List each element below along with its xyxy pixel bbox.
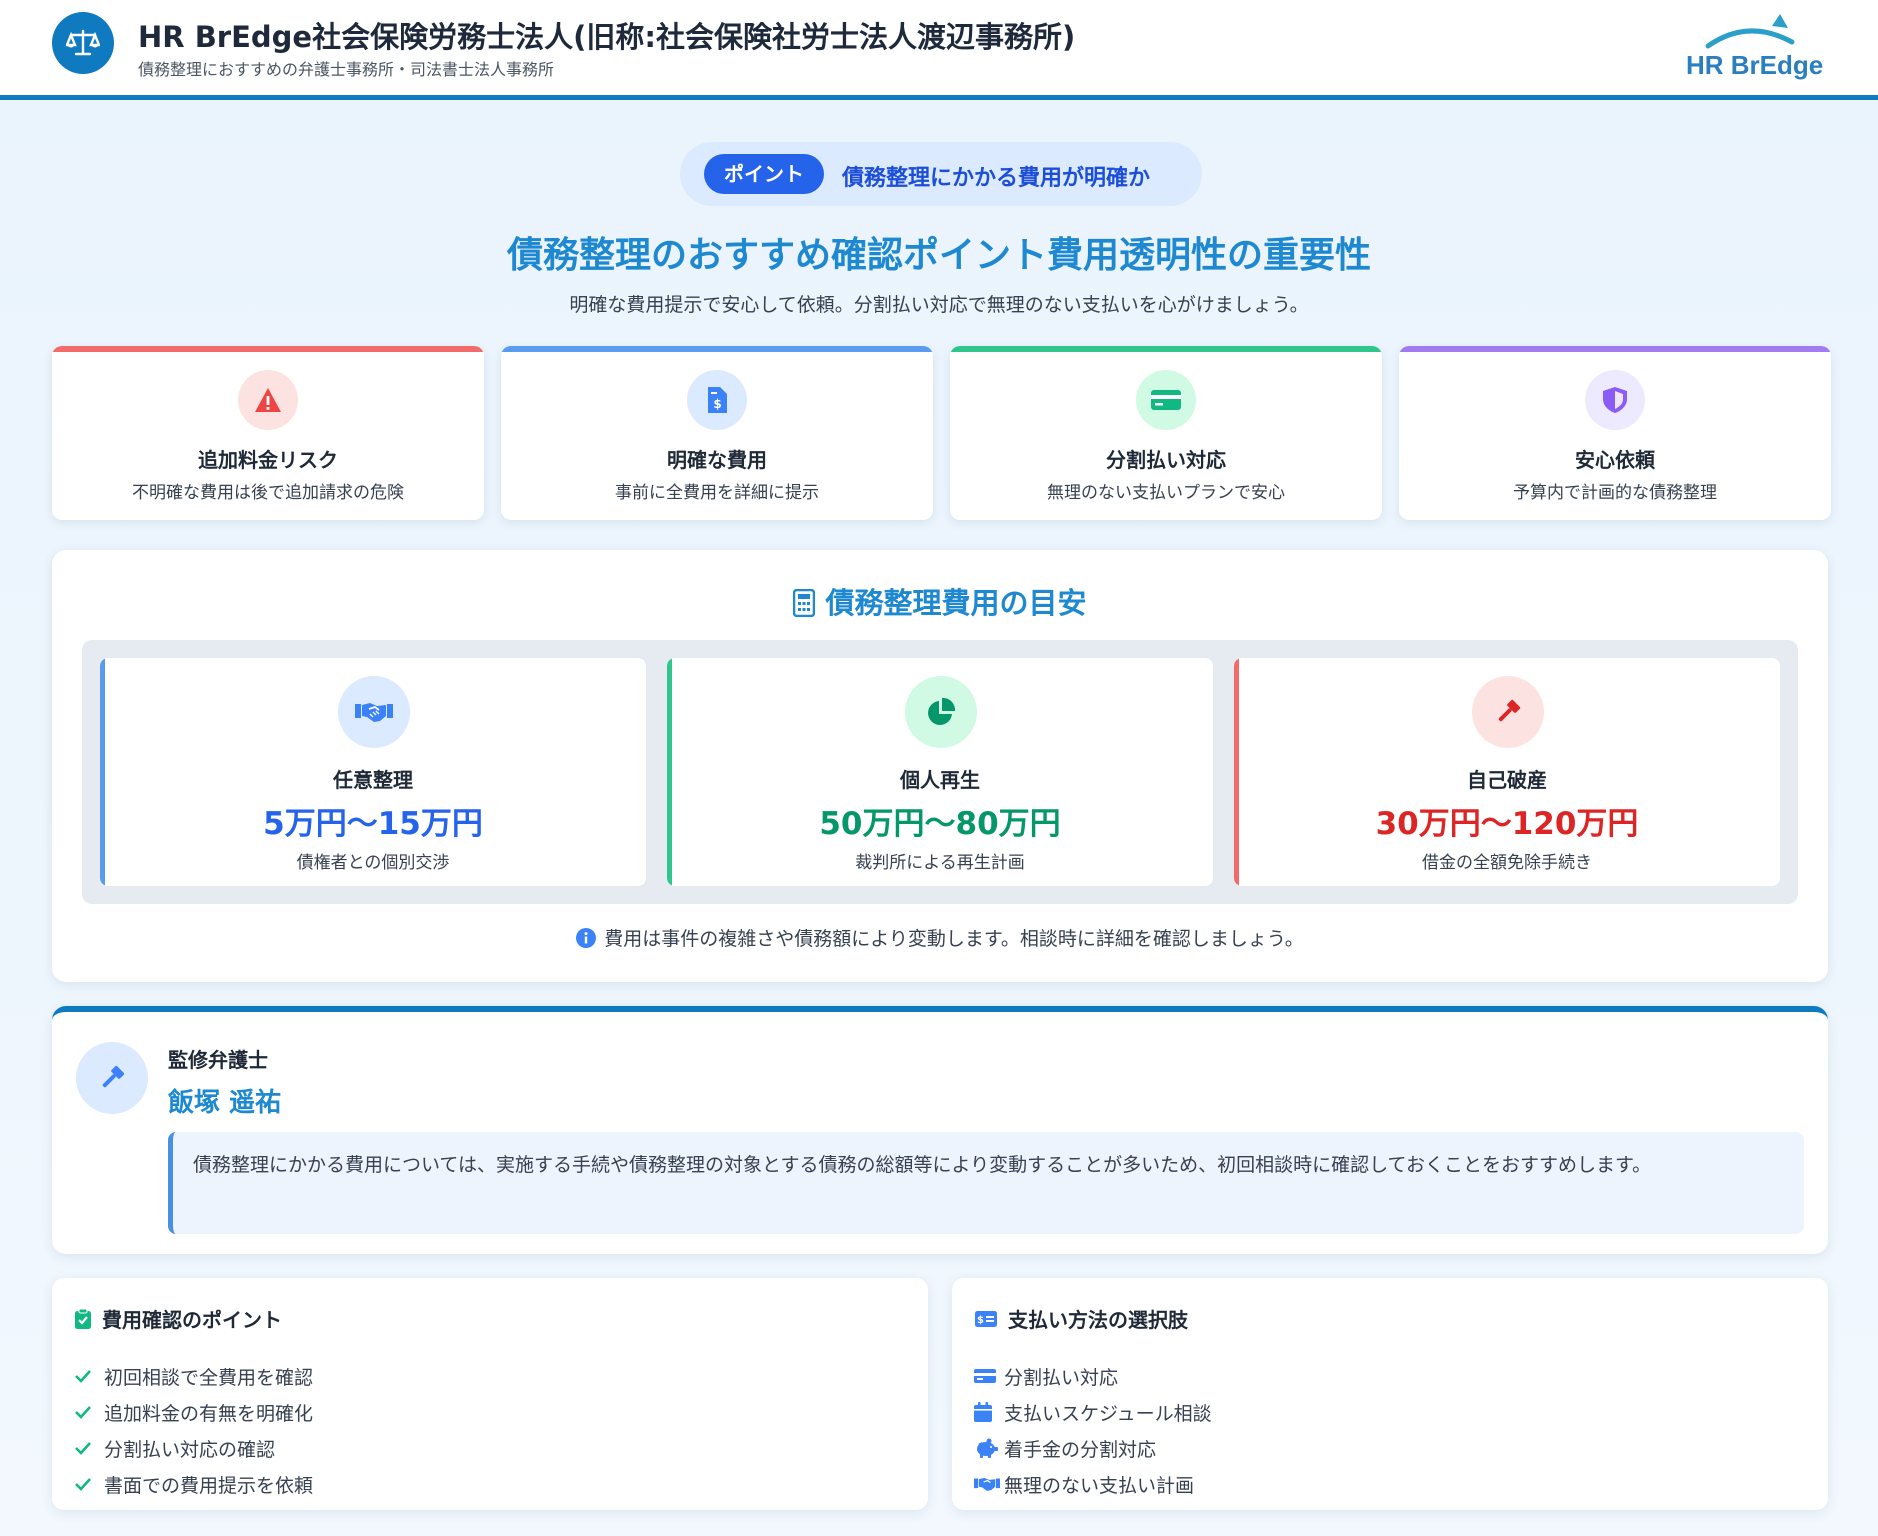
clipboard-check-icon — [75, 1308, 91, 1329]
cost-desc: 借金の全額免除手続き — [1422, 853, 1592, 873]
list-item: 追加料金の有無を明確化 — [74, 1394, 313, 1430]
list-item: 分割払い対応の確認 — [74, 1430, 313, 1466]
svg-text:$: $ — [977, 1315, 984, 1326]
cost-check-points-card: 費用確認のポイント 初回相談で全費用を確認 追加料金の有無を明確化 分割払い対応… — [52, 1278, 928, 1510]
cost-card-bankruptcy: 自己破産 30万円〜120万円 借金の全額免除手続き — [1234, 658, 1780, 886]
list-item-label: 書面での費用提示を依頼 — [104, 1474, 314, 1497]
invoice-dollar-icon: $ — [687, 370, 747, 430]
check-points-title: 費用確認のポイント — [74, 1304, 282, 1333]
list-item-label: 初回相談で全費用を確認 — [104, 1366, 314, 1389]
list-item-label: 分割払い対応 — [1004, 1366, 1119, 1389]
list-item-label: 支払いスケジュール相談 — [1004, 1402, 1212, 1425]
info-icon — [576, 928, 597, 948]
feature-title: 追加料金リスク — [198, 448, 338, 472]
handshake-icon — [974, 1475, 1004, 1493]
supervisor-role: 監修弁護士 — [168, 1048, 268, 1072]
cost-name: 個人再生 — [900, 768, 980, 792]
feature-card-peace-of-mind: 安心依頼 予算内で計画的な債務整理 — [1399, 346, 1831, 520]
cost-note-text: 費用は事件の複雑さや債務額により変動します。相談時に詳細を確認しましょう。 — [604, 928, 1304, 950]
credit-card-icon — [974, 1368, 1004, 1384]
shield-icon — [1585, 370, 1645, 430]
cost-heading-text: 債務整理費用の目安 — [825, 586, 1087, 620]
feature-desc: 予算内で計画的な債務整理 — [1513, 483, 1717, 503]
list-item: 初回相談で全費用を確認 — [74, 1358, 313, 1394]
feature-card-additional-fee-risk: 追加料金リスク 不明確な費用は後で追加請求の危険 — [52, 346, 484, 520]
supervisor-name: 飯塚 遥祐 — [168, 1088, 282, 1118]
calculator-icon — [793, 588, 816, 618]
point-text: 債務整理にかかる費用が明確か — [842, 166, 1151, 191]
payment-options-list: 分割払い対応 支払いスケジュール相談 着手金の分割対応 無理のない支払い計画 — [974, 1358, 1212, 1502]
check-icon — [74, 1441, 104, 1455]
list-item: 支払いスケジュール相談 — [974, 1394, 1212, 1430]
warning-icon — [238, 370, 298, 430]
cost-name: 自己破産 — [1467, 768, 1547, 792]
check-icon — [74, 1477, 104, 1491]
payment-options-title: $ 支払い方法の選択肢 — [974, 1304, 1188, 1333]
cost-note: 費用は事件の複雑さや債務額により変動します。相談時に詳細を確認しましょう。 — [52, 924, 1828, 951]
feature-title: 安心依頼 — [1575, 448, 1655, 472]
payment-options-card: $ 支払い方法の選択肢 分割払い対応 支払いスケジュール相談 着手金の分割対応 … — [952, 1278, 1828, 1510]
list-item-label: 分割払い対応の確認 — [104, 1438, 276, 1461]
gavel-icon — [76, 1042, 148, 1114]
credit-card-icon — [1136, 370, 1196, 430]
feature-title: 分割払い対応 — [1106, 448, 1226, 472]
feature-card-installment: 分割払い対応 無理のない支払いプランで安心 — [950, 346, 1382, 520]
scales-logo-icon[interactable] — [52, 12, 114, 74]
list-item: 分割払い対応 — [974, 1358, 1212, 1394]
feature-desc: 事前に全費用を詳細に提示 — [615, 483, 819, 503]
cost-price: 50万円〜80万円 — [819, 806, 1061, 842]
site-header: HR BrEdge社会保険労務士法人(旧称:社会保険社労士法人渡辺事務所) 債務… — [0, 0, 1878, 100]
cost-card-personal-rehabilitation: 個人再生 50万円〜80万円 裁判所による再生計画 — [667, 658, 1213, 886]
cost-desc: 債権者との個別交渉 — [296, 853, 450, 873]
point-badge: ポイント — [704, 154, 824, 194]
handshake-icon — [338, 676, 410, 748]
money-list-icon: $ — [975, 1310, 997, 1327]
check-icon — [74, 1405, 104, 1419]
supervisor-quote: 債務整理にかかる費用については、実施する手続や債務整理の対象とする債務の総額等に… — [168, 1132, 1804, 1234]
feature-desc: 不明確な費用は後で追加請求の危険 — [132, 483, 404, 503]
page-title: 債務整理のおすすめ確認ポイント費用透明性の重要性 — [506, 235, 1371, 276]
list-item: 無理のない支払い計画 — [974, 1466, 1212, 1502]
page-subtitle: 明確な費用提示で安心して依頼。分割払い対応で無理のない支払いを心がけましょう。 — [569, 294, 1309, 316]
brand-logo-text: HR BrEdge — [1686, 50, 1824, 80]
svg-text:$: $ — [713, 397, 721, 411]
payment-options-title-text: 支払い方法の選択肢 — [1008, 1308, 1188, 1332]
list-item-label: 無理のない支払い計画 — [1004, 1474, 1195, 1497]
cost-cards-container: 任意整理 5万円〜15万円 債権者との個別交渉 個人再生 50万円〜80万円 裁… — [82, 640, 1798, 904]
feature-desc: 無理のない支払いプランで安心 — [1047, 483, 1285, 503]
cost-card-voluntary-arrangement: 任意整理 5万円〜15万円 債権者との個別交渉 — [100, 658, 646, 886]
calendar-icon — [974, 1402, 1004, 1422]
supervisor-panel: 監修弁護士 飯塚 遥祐 債務整理にかかる費用については、実施する手続や債務整理の… — [52, 1006, 1828, 1254]
pie-chart-icon — [905, 676, 977, 748]
cost-desc: 裁判所による再生計画 — [855, 853, 1025, 873]
check-points-title-text: 費用確認のポイント — [102, 1308, 282, 1332]
cost-name: 任意整理 — [333, 768, 413, 792]
cost-price: 30万円〜120万円 — [1375, 806, 1639, 842]
list-item-label: 追加料金の有無を明確化 — [104, 1402, 314, 1425]
check-points-list: 初回相談で全費用を確認 追加料金の有無を明確化 分割払い対応の確認 書面での費用… — [74, 1358, 313, 1502]
cost-heading: 債務整理費用の目安 — [52, 580, 1828, 622]
cost-price: 5万円〜15万円 — [263, 806, 483, 842]
list-item: 着手金の分割対応 — [974, 1430, 1212, 1466]
point-pill: ポイント 債務整理にかかる費用が明確か — [680, 142, 1202, 206]
piggy-bank-icon — [974, 1438, 1004, 1458]
check-icon — [74, 1369, 104, 1383]
site-title[interactable]: HR BrEdge社会保険労務士法人(旧称:社会保険社労士法人渡辺事務所) — [138, 14, 1075, 56]
site-subtitle: 債務整理におすすめの弁護士事務所・司法書士法人事務所 — [138, 60, 555, 79]
list-item: 書面での費用提示を依頼 — [74, 1466, 313, 1502]
cost-guide-panel: 債務整理費用の目安 任意整理 5万円〜15万円 債権者との個別交渉 個人再生 5… — [52, 550, 1828, 982]
gavel-icon — [1472, 676, 1544, 748]
list-item-label: 着手金の分割対応 — [1004, 1438, 1157, 1461]
feature-card-clear-fees: $ 明確な費用 事前に全費用を詳細に提示 — [501, 346, 933, 520]
feature-title: 明確な費用 — [667, 448, 767, 472]
